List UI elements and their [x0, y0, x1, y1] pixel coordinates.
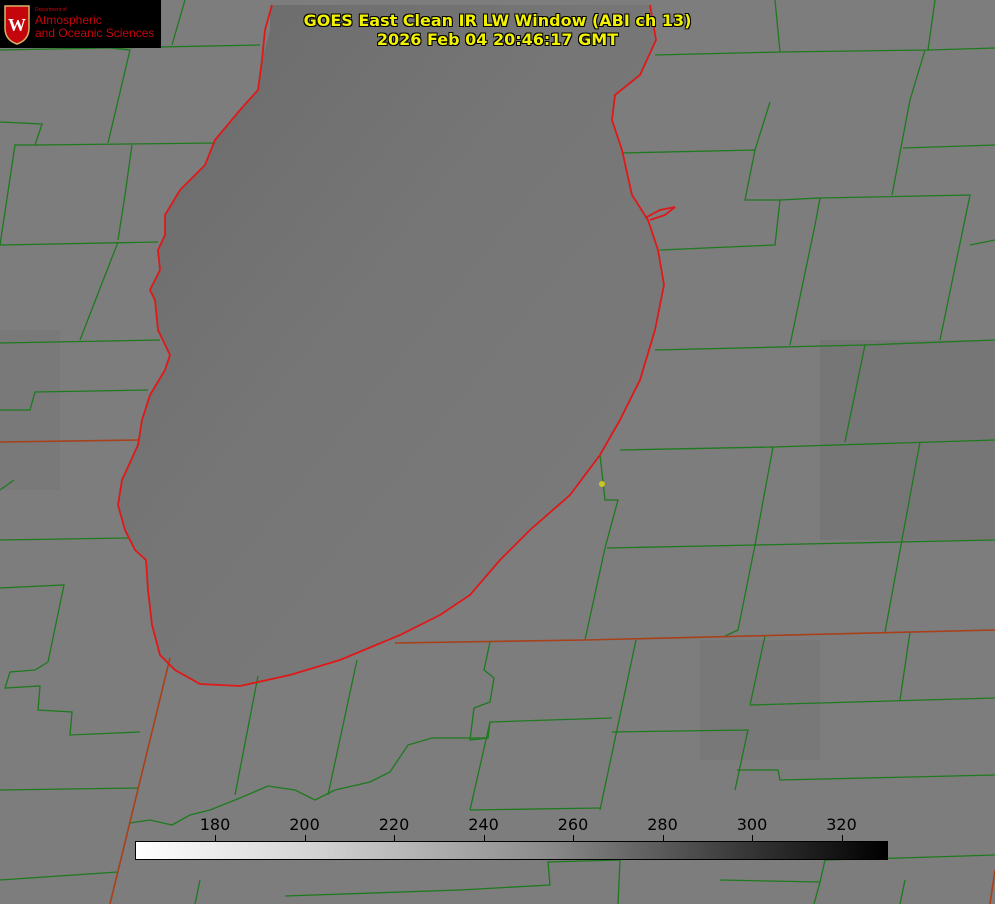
- colorbar-tick-mark: [215, 835, 216, 841]
- colorbar-tick-label: 240: [468, 815, 499, 834]
- satellite-map: [0, 0, 995, 904]
- colorbar-tick-label: 180: [199, 815, 231, 834]
- colorbar-tick-mark: [662, 835, 664, 841]
- city-marker: [599, 481, 605, 487]
- colorbar-tick-mark: [573, 835, 574, 841]
- colorbar-tick-label: 220: [378, 815, 410, 834]
- colorbar-tick-label: 260: [557, 815, 589, 834]
- title-product: GOES East Clean IR LW Window (ABI ch 13): [303, 11, 692, 30]
- colorbar-tick-mark: [752, 835, 753, 841]
- colorbar-tick-label: 300: [736, 815, 768, 834]
- colorbar-tick-mark: [304, 835, 306, 841]
- colorbar-tick-mark: [483, 835, 485, 841]
- colorbar-tick-mark: [841, 835, 843, 841]
- colorbar: [135, 841, 888, 860]
- colorbar-tick-label: 280: [647, 815, 678, 834]
- colorbar-tick-label: 200: [289, 815, 320, 834]
- image-title: GOES East Clean IR LW Window (ABI ch 13)…: [0, 11, 995, 49]
- colorbar-tick-label: 320: [826, 815, 857, 834]
- colorbar-tick-mark: [394, 835, 395, 841]
- title-timestamp: 2026 Feb 04 20:46:17 GMT: [376, 30, 619, 49]
